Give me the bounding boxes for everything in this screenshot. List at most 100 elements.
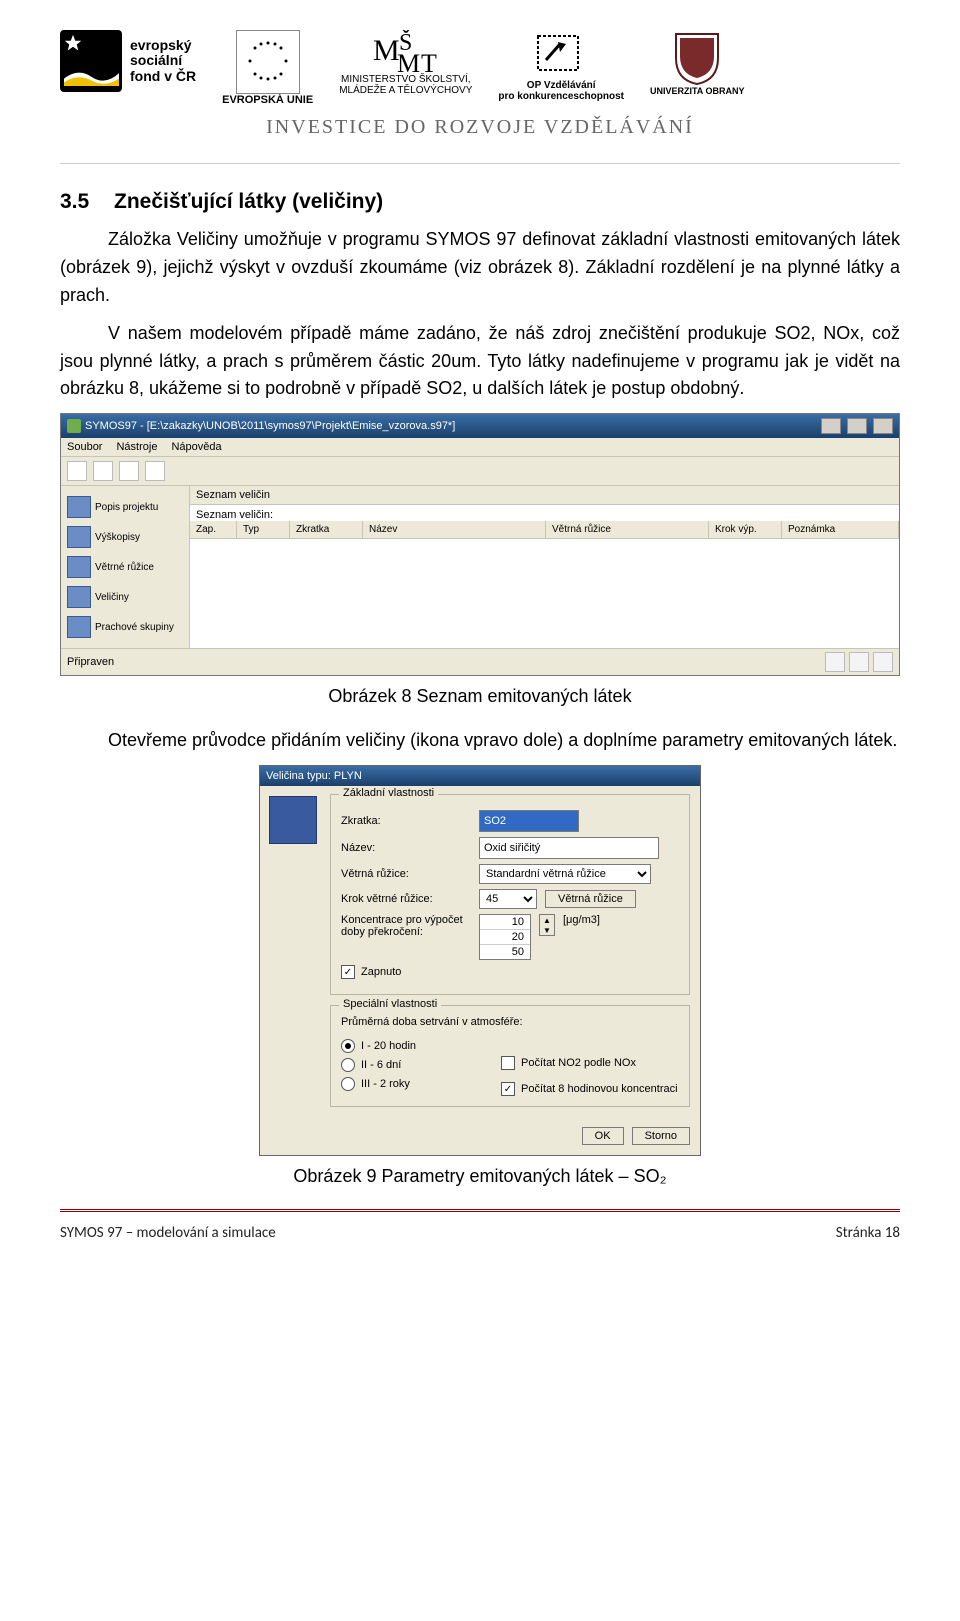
sidebar-label: Veličiny xyxy=(95,592,129,603)
close-button[interactable] xyxy=(873,418,893,434)
minimize-button[interactable] xyxy=(821,418,841,434)
maximize-button[interactable] xyxy=(847,418,867,434)
action-delete-icon[interactable] xyxy=(873,652,893,672)
section-title: Znečišťující látky (veličiny) xyxy=(114,190,383,213)
col-zkratka[interactable]: Zkratka xyxy=(290,521,363,538)
msmt-line-2: MLÁDEŽE A TĚLOVÝCHOVY xyxy=(339,85,472,96)
caption-1: Obrázek 8 Seznam emitovaných látek xyxy=(60,686,900,707)
op-line-2: pro konkurenceschopnost xyxy=(498,91,624,102)
radio-label: II - 6 dní xyxy=(361,1059,401,1071)
sidebar-label: Větrné růžice xyxy=(95,562,154,573)
konc-val: 50 xyxy=(480,945,530,959)
select-ruzice[interactable]: Standardní větrná růžice xyxy=(479,864,651,884)
lbl-koncentrace: Koncentrace pro výpočet doby překročení: xyxy=(341,914,471,938)
col-krok[interactable]: Krok výp. xyxy=(709,521,782,538)
sidebar: Popis projektu Výškopisy Větrné růžice V… xyxy=(61,486,190,648)
esf-text-3: fond v ČR xyxy=(130,69,196,84)
sidebar-label: Popis projektu xyxy=(95,502,158,513)
panel-head: Seznam veličin xyxy=(190,486,899,505)
group-specialni: Speciální vlastnosti xyxy=(339,998,441,1010)
caption-2: Obrázek 9 Parametry emitovaných látek – … xyxy=(60,1166,900,1187)
konc-val: 10 xyxy=(480,915,530,930)
eu-label: EVROPSKÁ UNIE xyxy=(222,94,313,106)
paragraph-2: V našem modelovém případě máme zadáno, ž… xyxy=(60,320,900,404)
menu-nastroje[interactable]: Nástroje xyxy=(116,441,157,453)
esf-logo: evropský sociální fond v ČR xyxy=(60,30,196,92)
paragraph-1: Záložka Veličiny umožňuje v programu SYM… xyxy=(60,226,900,310)
sidebar-veliciny[interactable]: Veličiny xyxy=(65,582,185,612)
chk-zapnuto-label: Zapnuto xyxy=(361,966,401,978)
toolbar-print-icon[interactable] xyxy=(145,461,165,481)
col-nazev[interactable]: Název xyxy=(363,521,546,538)
sidebar-label: Výškopisy xyxy=(95,532,140,543)
col-poznamka[interactable]: Poznámka xyxy=(782,521,899,538)
group-zakladni: Základní vlastnosti xyxy=(339,787,438,799)
input-nazev[interactable] xyxy=(479,837,659,859)
section-heading: 3.5Znečišťující látky (veličiny) xyxy=(60,190,900,214)
uo-label: UNIVERZITA OBRANY xyxy=(650,86,745,96)
window-title: SYMOS97 - [E:\zakazky\UNOB\2011\symos97\… xyxy=(85,420,455,432)
dialog-title: Veličina typu: PLYN xyxy=(266,770,362,782)
radio-i-20h[interactable] xyxy=(341,1039,355,1053)
toolbar-new-icon[interactable] xyxy=(67,461,87,481)
sidebar-vyskopisy[interactable]: Výškopisy xyxy=(65,522,185,552)
esf-text-1: evropský xyxy=(130,38,196,53)
footer-rule xyxy=(60,1209,900,1212)
action-save-icon[interactable] xyxy=(849,652,869,672)
storno-button[interactable]: Storno xyxy=(632,1127,690,1145)
sidebar-prachove-skupiny[interactable]: Prachové skupiny xyxy=(65,612,185,642)
uo-logo: UNIVERZITA OBRANY xyxy=(650,30,745,96)
dialog-icon xyxy=(269,796,317,844)
op-line-1: OP Vzdělávání xyxy=(527,80,596,91)
col-zap[interactable]: Zap. xyxy=(190,521,237,538)
radio-label: I - 20 hodin xyxy=(361,1040,416,1052)
toolbar xyxy=(61,457,899,486)
section-number: 3.5 xyxy=(60,190,114,214)
menubar: Soubor Nástroje Nápověda xyxy=(61,438,899,457)
paragraph-3: Otevřeme průvodce přidáním veličiny (iko… xyxy=(60,727,900,755)
konc-val: 20 xyxy=(480,930,530,945)
toolbar-open-icon[interactable] xyxy=(93,461,113,481)
col-typ[interactable]: Typ xyxy=(237,521,290,538)
screenshot-symos-window: SYMOS97 - [E:\zakazky\UNOB\2011\symos97\… xyxy=(60,413,900,676)
sidebar-popis-projektu[interactable]: Popis projektu xyxy=(65,492,185,522)
svg-text:M: M xyxy=(397,49,420,74)
radio-iii-2r[interactable] xyxy=(341,1077,355,1091)
op-logo: OP Vzdělávání pro konkurenceschopnost xyxy=(498,30,624,102)
eu-logo: EVROPSKÁ UNIE xyxy=(222,30,313,106)
svg-text:T: T xyxy=(421,49,437,74)
header-rule xyxy=(60,163,900,164)
lbl-zkratka: Zkratka: xyxy=(341,815,471,827)
ok-button[interactable]: OK xyxy=(582,1127,624,1145)
app-icon xyxy=(67,419,81,433)
msmt-logo: MŠMT MINISTERSTVO ŠKOLSTVÍ, MLÁDEŽE A TĚ… xyxy=(339,30,472,96)
input-zkratka[interactable] xyxy=(479,810,579,832)
chk-no2[interactable] xyxy=(501,1056,515,1070)
esf-text-2: sociální xyxy=(130,53,196,68)
chk-8h-label: Počítat 8 hodinovou koncentraci xyxy=(521,1083,678,1095)
lbl-krok: Krok větrné růžice: xyxy=(341,893,471,905)
action-add-icon[interactable] xyxy=(825,652,845,672)
sidebar-label: Prachové skupiny xyxy=(95,622,174,633)
invest-heading: INVESTICE DO ROZVOJE VZDĚLÁVÁNÍ xyxy=(60,112,900,163)
toolbar-save-icon[interactable] xyxy=(119,461,139,481)
chk-8h[interactable]: ✓ xyxy=(501,1082,515,1096)
chk-no2-label: Počítat NO2 podle NOx xyxy=(521,1057,636,1069)
menu-napoveda[interactable]: Nápověda xyxy=(171,441,221,453)
svg-text:M: M xyxy=(373,34,400,67)
select-krok[interactable]: 45 xyxy=(479,889,537,909)
koncentrace-spinner[interactable]: ▲▼ xyxy=(539,914,555,936)
chk-zapnuto[interactable]: ✓ xyxy=(341,965,355,979)
radio-ii-6d[interactable] xyxy=(341,1058,355,1072)
grid-body[interactable] xyxy=(190,539,899,648)
dialog-velicina: Veličina typu: PLYN Základní vlastnosti … xyxy=(259,765,701,1156)
lbl-nazev: Název: xyxy=(341,842,471,854)
msmt-line-1: MINISTERSTVO ŠKOLSTVÍ, xyxy=(341,74,470,85)
btn-vetrna-ruzice[interactable]: Větrná růžice xyxy=(545,890,636,908)
col-ruzice[interactable]: Větrná růžice xyxy=(546,521,709,538)
menu-soubor[interactable]: Soubor xyxy=(67,441,102,453)
sidebar-vetrne-ruzice[interactable]: Větrné růžice xyxy=(65,552,185,582)
window-titlebar: SYMOS97 - [E:\zakazky\UNOB\2011\symos97\… xyxy=(61,414,899,438)
koncentrace-list[interactable]: 10 20 50 xyxy=(479,914,531,960)
lbl-ruzice: Větrná růžice: xyxy=(341,868,471,880)
